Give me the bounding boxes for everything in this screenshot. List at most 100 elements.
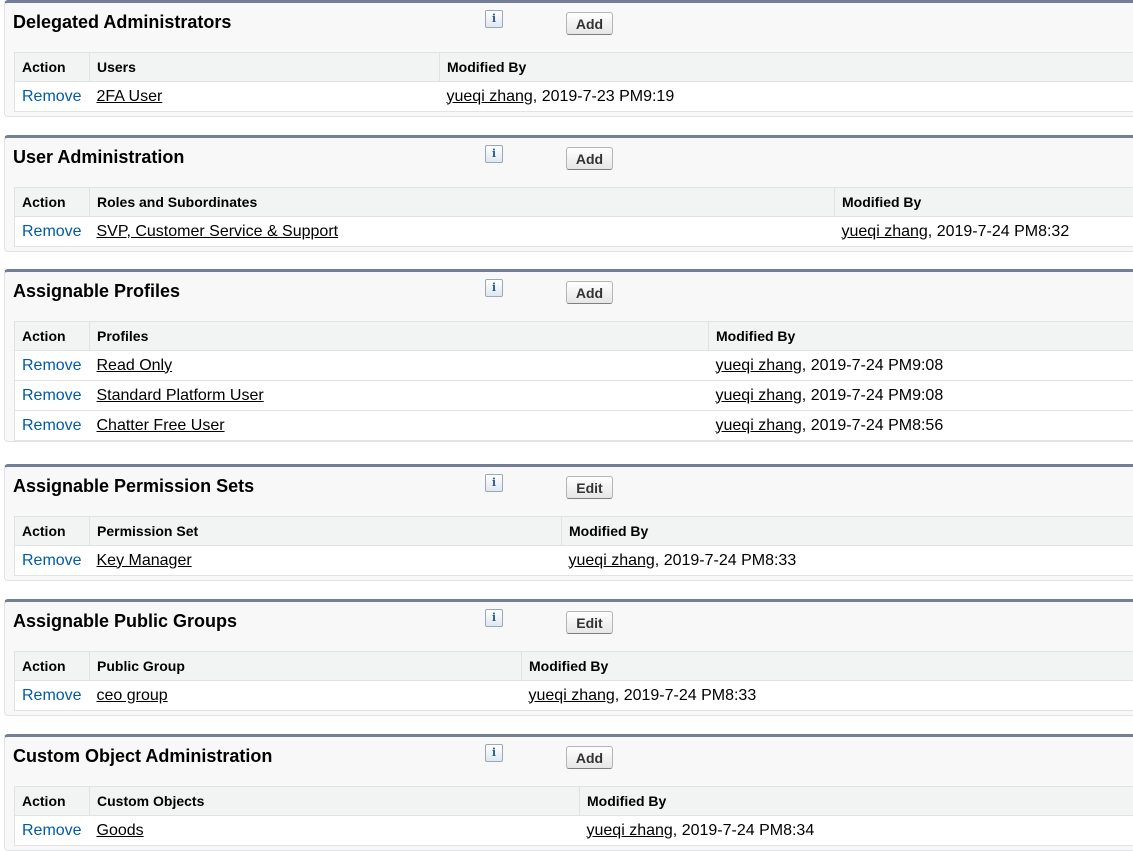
column-header-modified-by[interactable]: Modified By: [562, 517, 1133, 546]
item-cell: 2FA User: [90, 82, 440, 112]
table-header-row: Action Users Modified By: [15, 53, 1133, 82]
assignable-profiles-table: Action Profiles Modified By Remove Read …: [14, 321, 1133, 441]
profile-link[interactable]: Read Only: [97, 357, 173, 374]
modified-date: , 2019-7-24 PM8:34: [673, 822, 814, 839]
item-cell: Standard Platform User: [90, 381, 709, 411]
action-cell: Remove: [15, 217, 90, 247]
table-header-row: Action Public Group Modified By: [15, 652, 1133, 681]
remove-link[interactable]: Remove: [22, 552, 82, 569]
modified-date: , 2019-7-24 PM8:32: [928, 223, 1069, 240]
modified-by-link[interactable]: yueqi zhang: [529, 687, 615, 704]
add-button[interactable]: Add: [566, 281, 613, 304]
item-cell: SVP, Customer Service & Support: [90, 217, 835, 247]
item-cell: Key Manager: [90, 546, 562, 576]
item-cell: Chatter Free User: [90, 411, 709, 441]
modified-date: , 2019-7-24 PM8:33: [655, 552, 796, 569]
item-cell: ceo group: [90, 681, 522, 711]
info-icon[interactable]: i: [485, 10, 503, 28]
edit-button[interactable]: Edit: [566, 476, 613, 499]
action-cell: Remove: [15, 82, 90, 112]
info-icon[interactable]: i: [485, 744, 503, 762]
profile-link[interactable]: Chatter Free User: [97, 417, 225, 434]
column-header-action[interactable]: Action: [15, 652, 90, 681]
modified-by-link[interactable]: yueqi zhang: [716, 387, 802, 404]
column-header-custom-objects[interactable]: Custom Objects: [90, 787, 580, 816]
table-header-row: Action Permission Set Modified By: [15, 517, 1133, 546]
info-icon[interactable]: i: [485, 474, 503, 492]
add-button[interactable]: Add: [566, 147, 613, 170]
action-cell: Remove: [15, 546, 90, 576]
custom-object-link[interactable]: Goods: [97, 822, 144, 839]
action-cell: Remove: [15, 681, 90, 711]
section-assignable-profiles: Assignable Profiles i Add Action Profile…: [4, 269, 1133, 442]
column-header-action[interactable]: Action: [15, 188, 90, 217]
section-title: User Administration: [13, 147, 184, 168]
modified-cell: yueqi zhang, 2019-7-24 PM8:56: [709, 411, 1133, 441]
action-cell: Remove: [15, 816, 90, 846]
modified-by-link[interactable]: yueqi zhang: [716, 357, 802, 374]
section-title: Custom Object Administration: [13, 746, 272, 767]
modified-cell: yueqi zhang, 2019-7-24 PM9:08: [709, 351, 1133, 381]
info-icon[interactable]: i: [485, 279, 503, 297]
section-custom-object-administration: Custom Object Administration i Add Actio…: [4, 734, 1133, 851]
table-row: Remove Read Only yueqi zhang, 2019-7-24 …: [15, 351, 1133, 381]
info-icon[interactable]: i: [485, 145, 503, 163]
section-delegated-administrators: Delegated Administrators i Add Action Us…: [4, 0, 1133, 117]
add-button[interactable]: Add: [566, 12, 613, 35]
modified-by-link[interactable]: yueqi zhang: [447, 88, 533, 105]
column-header-public-group[interactable]: Public Group: [90, 652, 522, 681]
column-header-roles[interactable]: Roles and Subordinates: [90, 188, 835, 217]
add-button[interactable]: Add: [566, 746, 613, 769]
table-row: Remove Standard Platform User yueqi zhan…: [15, 381, 1133, 411]
user-link[interactable]: 2FA User: [97, 88, 163, 105]
section-assignable-permission-sets: Assignable Permission Sets i Edit Action…: [4, 464, 1133, 581]
remove-link[interactable]: Remove: [22, 88, 82, 105]
remove-link[interactable]: Remove: [22, 387, 82, 404]
table-header-row: Action Profiles Modified By: [15, 322, 1133, 351]
remove-link[interactable]: Remove: [22, 417, 82, 434]
table-row: Remove SVP, Customer Service & Support y…: [15, 217, 1133, 247]
action-cell: Remove: [15, 351, 90, 381]
modified-cell: yueqi zhang, 2019-7-23 PM9:19: [440, 82, 1133, 112]
modified-by-link[interactable]: yueqi zhang: [569, 552, 655, 569]
table-header-row: Action Roles and Subordinates Modified B…: [15, 188, 1133, 217]
info-icon[interactable]: i: [485, 609, 503, 627]
remove-link[interactable]: Remove: [22, 223, 82, 240]
column-header-modified-by[interactable]: Modified By: [440, 53, 1133, 82]
table-row: Remove 2FA User yueqi zhang, 2019-7-23 P…: [15, 82, 1133, 112]
column-header-permission-set[interactable]: Permission Set: [90, 517, 562, 546]
column-header-users[interactable]: Users: [90, 53, 440, 82]
remove-link[interactable]: Remove: [22, 687, 82, 704]
table-row: Remove Goods yueqi zhang, 2019-7-24 PM8:…: [15, 816, 1133, 846]
column-header-modified-by[interactable]: Modified By: [835, 188, 1133, 217]
item-cell: Goods: [90, 816, 580, 846]
custom-object-administration-table: Action Custom Objects Modified By Remove…: [14, 786, 1133, 846]
column-header-action[interactable]: Action: [15, 53, 90, 82]
modified-by-link[interactable]: yueqi zhang: [716, 417, 802, 434]
remove-link[interactable]: Remove: [22, 357, 82, 374]
modified-by-link[interactable]: yueqi zhang: [587, 822, 673, 839]
permission-set-link[interactable]: Key Manager: [97, 552, 192, 569]
remove-link[interactable]: Remove: [22, 822, 82, 839]
modified-cell: yueqi zhang, 2019-7-24 PM8:33: [522, 681, 1133, 711]
modified-date: , 2019-7-24 PM9:08: [802, 387, 943, 404]
edit-button[interactable]: Edit: [566, 611, 613, 634]
modified-by-link[interactable]: yueqi zhang: [842, 223, 928, 240]
column-header-action[interactable]: Action: [15, 787, 90, 816]
column-header-profiles[interactable]: Profiles: [90, 322, 709, 351]
section-title: Delegated Administrators: [13, 12, 231, 33]
assignable-public-groups-table: Action Public Group Modified By Remove c…: [14, 651, 1133, 711]
profile-link[interactable]: Standard Platform User: [97, 387, 264, 404]
column-header-modified-by[interactable]: Modified By: [709, 322, 1133, 351]
column-header-modified-by[interactable]: Modified By: [580, 787, 1133, 816]
item-cell: Read Only: [90, 351, 709, 381]
modified-date: , 2019-7-24 PM8:56: [802, 417, 943, 434]
column-header-modified-by[interactable]: Modified By: [522, 652, 1133, 681]
column-header-action[interactable]: Action: [15, 517, 90, 546]
role-link[interactable]: SVP, Customer Service & Support: [97, 223, 339, 240]
delegated-administrators-table: Action Users Modified By Remove 2FA User…: [14, 52, 1133, 112]
table-row: Remove Key Manager yueqi zhang, 2019-7-2…: [15, 546, 1133, 576]
column-header-action[interactable]: Action: [15, 322, 90, 351]
assignable-permission-sets-table: Action Permission Set Modified By Remove…: [14, 516, 1133, 576]
public-group-link[interactable]: ceo group: [97, 687, 168, 704]
